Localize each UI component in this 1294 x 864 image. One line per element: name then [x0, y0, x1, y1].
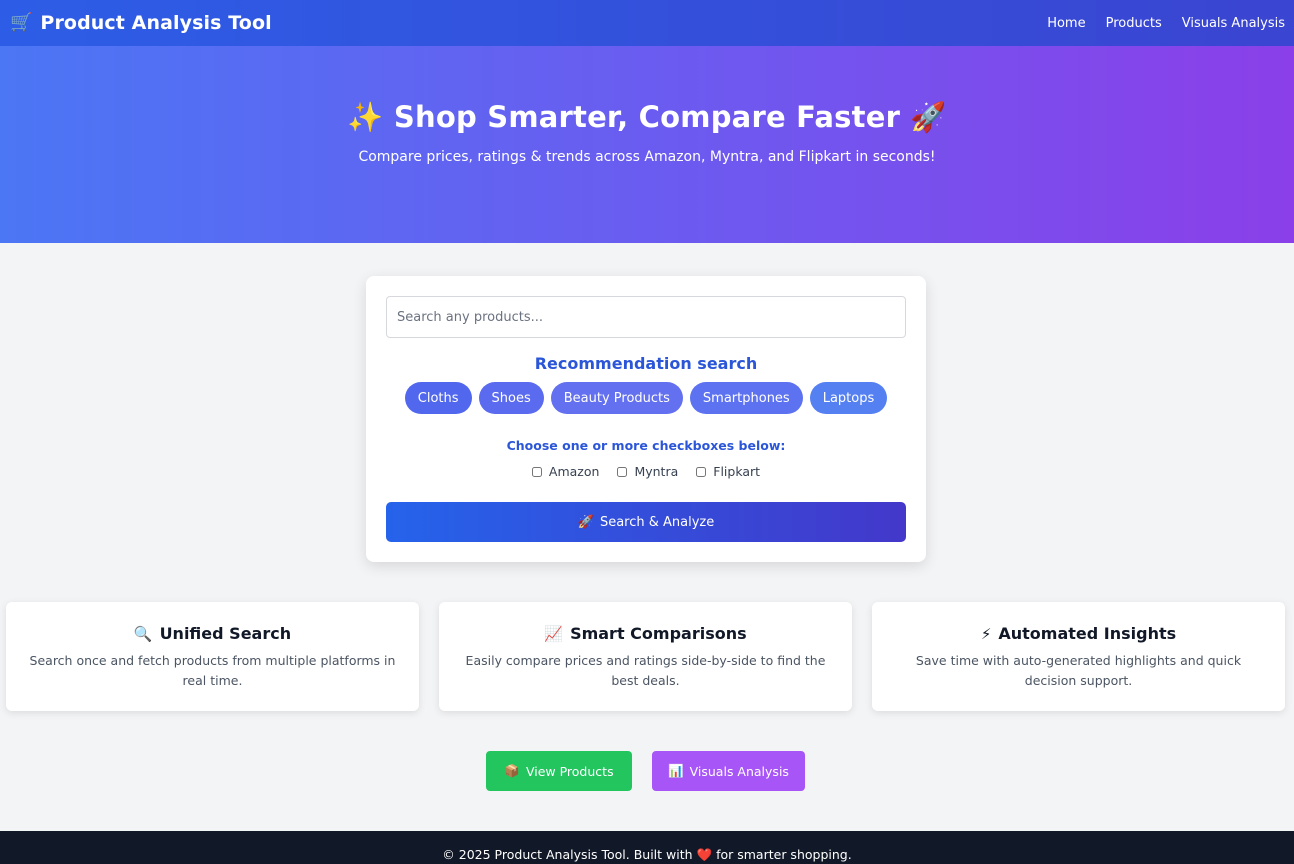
feature-title: Unified Search — [159, 624, 292, 643]
package-icon: 📦 — [504, 763, 520, 778]
brand-title: Product Analysis Tool — [40, 12, 272, 34]
feature-title: Smart Comparisons — [570, 624, 747, 643]
hero-subtitle: Compare prices, ratings & trends across … — [358, 149, 936, 165]
brand[interactable]: 🛒 Product Analysis Tool — [10, 12, 272, 34]
chip-cloths[interactable]: Cloths — [404, 382, 472, 414]
flipkart-label: Flipkart — [713, 464, 761, 479]
feature-title: Automated Insights — [998, 624, 1177, 643]
recommendation-title: Recommendation search — [534, 354, 758, 373]
visuals-analysis-label: Visuals Analysis — [689, 763, 789, 779]
recommendation-chips: Cloths Shoes Beauty Products Smartphones… — [366, 382, 926, 414]
choose-platforms-label: Choose one or more checkboxes below: — [506, 438, 786, 453]
feature-card-smart-comparisons: 📈 Smart Comparisons Easily compare price… — [439, 602, 852, 711]
nav-links: Home Products Visuals Analysis — [1047, 16, 1285, 31]
nav-link-home[interactable]: Home — [1047, 16, 1085, 31]
hero-title: ✨ Shop Smarter, Compare Faster 🚀 — [347, 100, 947, 134]
checkbox-flipkart[interactable]: Flipkart — [696, 464, 760, 479]
feature-card-unified-search: 🔍 Unified Search Search once and fetch p… — [6, 602, 419, 711]
bar-chart-icon: 📊 — [668, 763, 684, 778]
chip-shoes[interactable]: Shoes — [478, 382, 544, 414]
nav-link-products[interactable]: Products — [1106, 16, 1162, 31]
magnifier-icon: 🔍 — [133, 624, 153, 643]
footer-text-start: © 2025 Product Analysis Tool. Built with — [442, 847, 693, 862]
checkbox-amazon[interactable]: Amazon — [531, 464, 600, 479]
lightning-icon: ⚡ — [980, 624, 992, 643]
search-analyze-button[interactable]: 🚀 Search & Analyze — [386, 502, 906, 542]
hero-banner: ✨ Shop Smarter, Compare Faster 🚀 Compare… — [0, 46, 1294, 243]
footer-text-end: for smarter shopping. — [716, 847, 852, 862]
chart-up-icon: 📈 — [544, 624, 564, 643]
heart-icon: ❤️ — [696, 847, 713, 862]
amazon-checkbox[interactable] — [531, 466, 542, 477]
feature-card-automated-insights: ⚡ Automated Insights Save time with auto… — [872, 602, 1285, 711]
feature-description: Easily compare prices and ratings side-b… — [465, 653, 826, 688]
search-input[interactable] — [386, 296, 906, 338]
visuals-analysis-button[interactable]: 📊 Visuals Analysis — [652, 751, 805, 791]
feature-description: Search once and fetch products from mult… — [29, 653, 396, 688]
myntra-checkbox[interactable] — [617, 466, 628, 477]
view-products-button[interactable]: 📦 View Products — [486, 751, 632, 791]
platform-checkboxes: Amazon Myntra Flipkart — [366, 464, 926, 479]
chip-laptops[interactable]: Laptops — [809, 382, 888, 414]
checkbox-myntra[interactable]: Myntra — [617, 464, 678, 479]
cart-icon: 🛒 — [10, 12, 33, 33]
search-card: Recommendation search Cloths Shoes Beaut… — [366, 276, 926, 562]
footer: © 2025 Product Analysis Tool. Built with… — [0, 831, 1294, 864]
rocket-icon: 🚀 — [577, 514, 594, 530]
myntra-label: Myntra — [634, 464, 679, 479]
search-analyze-label: Search & Analyze — [599, 514, 715, 530]
nav-link-visuals-analysis[interactable]: Visuals Analysis — [1182, 16, 1285, 31]
flipkart-checkbox[interactable] — [696, 466, 707, 477]
chip-beauty-products[interactable]: Beauty Products — [550, 382, 683, 414]
amazon-label: Amazon — [548, 464, 600, 479]
view-products-label: View Products — [525, 763, 614, 779]
chip-smartphones[interactable]: Smartphones — [689, 382, 803, 414]
feature-description: Save time with auto-generated highlights… — [915, 653, 1242, 688]
navbar: 🛒 Product Analysis Tool Home Products Vi… — [0, 0, 1294, 46]
